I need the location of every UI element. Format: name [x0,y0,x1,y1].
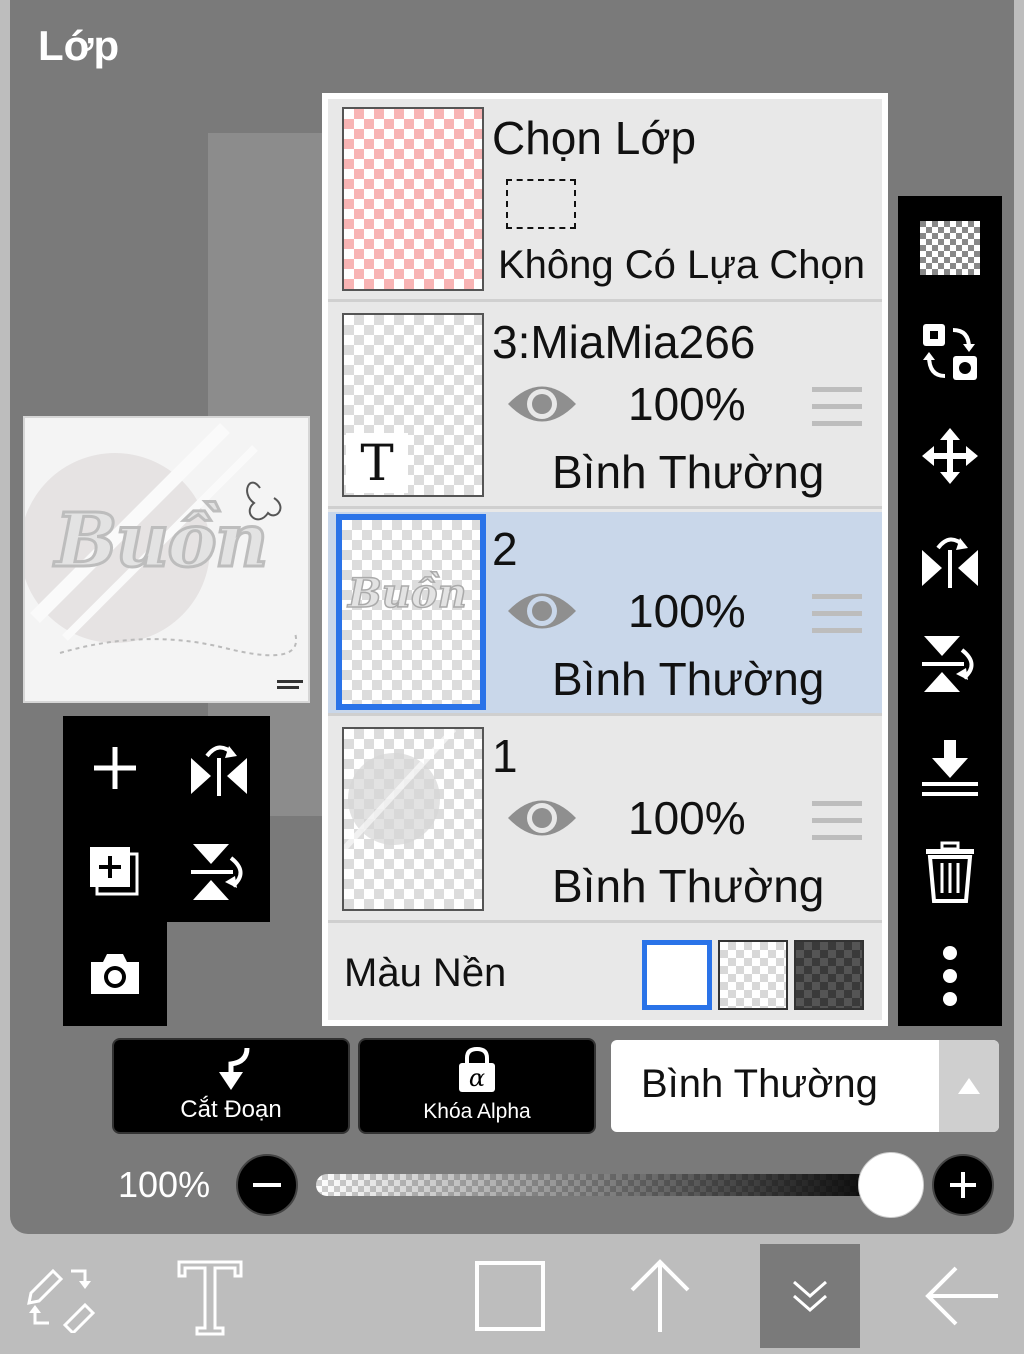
add-copy-icon [90,847,139,896]
layer-thumb-text: Buồn [347,569,467,618]
background-dark-swatch[interactable] [794,940,864,1010]
clipping-label: Cắt Đoạn [180,1096,282,1123]
layer-thumbnail: T [342,313,484,497]
background-label: Màu Nền [344,951,507,995]
layer-opacity: 100% [628,585,746,637]
flip-layer-horizontal-button[interactable] [167,716,271,820]
selection-status: Không Có Lựa Chọn [498,243,866,287]
alpha-lock-button[interactable]: α Khóa Alpha [358,1038,596,1134]
camera-button[interactable] [63,922,167,1026]
layers-list: Chọn Lớp Không Có Lựa Chọn T 3:MiaMia266… [328,99,882,1020]
selection-thumbnail [342,107,484,291]
clipping-arrow-icon [219,1047,250,1090]
flip-horizontal-button[interactable] [898,508,1002,612]
blend-mode-value: Bình Thường [641,1062,878,1106]
arrow-up-button[interactable] [610,1244,710,1348]
more-vertical-icon [943,946,957,1006]
trash-icon [926,841,974,903]
selection-layer-title: Chọn Lớp [492,112,697,164]
canvas-preview[interactable]: Buồn [23,416,310,703]
clipping-button[interactable]: Cắt Đoạn [112,1038,350,1134]
delete-layer-button[interactable] [898,820,1002,924]
text-icon [177,1260,243,1336]
flip-horizontal-icon [922,537,978,588]
plus-icon [950,1172,976,1198]
background-color-row: Màu Nền [328,935,882,1020]
selection-layer-row[interactable]: Chọn Lớp Không Có Lựa Chọn [328,99,882,302]
opacity-slider-thumb[interactable] [858,1152,924,1218]
swap-layers-button[interactable] [898,300,1002,404]
background-transparent-swatch[interactable] [718,940,788,1010]
svg-text:α: α [469,1064,485,1092]
blend-mode-toggle[interactable] [939,1040,999,1132]
camera-icon [91,954,139,994]
layer-opacity: 100% [628,792,746,844]
triangle-up-icon [958,1078,980,1094]
square-icon [475,1261,545,1331]
opacity-value: 100% [118,1164,211,1205]
plus-icon [94,747,136,789]
minus-icon [253,1183,281,1187]
arrow-left-icon [925,1266,998,1326]
checkerboard-icon [920,221,980,275]
merge-down-icon [922,740,978,796]
layer-row[interactable]: T 3:MiaMia266 100% Bình Thường [328,305,882,509]
merge-down-button[interactable] [898,716,1002,820]
layer-row[interactable]: 1 100% Bình Thường [328,719,882,923]
left-toolbar-extra [63,922,167,1026]
opacity-increase-button[interactable] [932,1154,994,1216]
layer-opacity: 100% [628,378,746,430]
lock-alpha-icon: α [459,1046,495,1092]
square-button[interactable] [460,1244,560,1348]
eye-icon[interactable] [506,791,578,845]
selection-marquee-icon [506,179,576,229]
layer-name: 1 [492,730,518,782]
layer-blend-mode: Bình Thường [552,446,825,498]
back-button[interactable] [912,1244,1012,1348]
blend-mode-select[interactable]: Bình Thường [611,1040,999,1132]
alpha-lock-label: Khóa Alpha [423,1100,531,1123]
drag-handle-icon[interactable] [812,592,862,636]
layer-name: 3:MiaMia266 [492,316,756,368]
bottom-toolbar [0,1234,1024,1354]
right-toolbar [898,196,1002,1026]
layers-list-panel: Chọn Lớp Không Có Lựa Chọn T 3:MiaMia266… [322,93,888,1026]
move-button[interactable] [898,404,1002,508]
eye-icon[interactable] [506,584,578,638]
text-layer-badge: T [346,433,408,493]
eye-icon[interactable] [506,377,578,431]
flip-horizontal-icon [191,745,247,796]
swap-icon [923,324,977,380]
flip-vertical-icon [922,636,974,692]
layer-blend-mode: Bình Thường [552,860,825,912]
layer-blend-mode: Bình Thường [552,653,825,705]
layer-row-active[interactable]: Buồn 2 100% Bình Thường [328,512,882,716]
flip-vertical-icon [191,844,243,900]
transparency-button[interactable] [898,196,1002,300]
drag-handle-icon[interactable] [812,385,862,429]
brush-eraser-icon [27,1268,96,1333]
more-options-button[interactable] [898,924,1002,1028]
add-layer-copy-button[interactable] [63,820,167,924]
flip-vertical-button[interactable] [898,612,1002,716]
panel-title: Lớp [38,22,120,69]
move-icon [922,428,978,484]
chevron-down-icon [793,1280,827,1312]
preview-text: Buồn [54,497,271,586]
arrow-up-icon [630,1259,690,1332]
add-layer-button[interactable] [63,716,167,820]
text-tool-button[interactable] [160,1244,260,1348]
drag-handle-icon[interactable] [812,799,862,843]
background-white-swatch[interactable] [642,940,712,1010]
opacity-decrease-button[interactable] [236,1154,298,1216]
opacity-slider[interactable] [316,1174,900,1196]
layer-thumbnail [342,727,484,911]
layer-name: 2 [492,523,518,575]
layer-thumbnail: Buồn [336,514,486,710]
flip-layer-vertical-button[interactable] [167,820,271,924]
edit-tools-button[interactable] [10,1244,110,1348]
collapse-button[interactable] [760,1244,860,1348]
left-toolbar [63,716,270,922]
